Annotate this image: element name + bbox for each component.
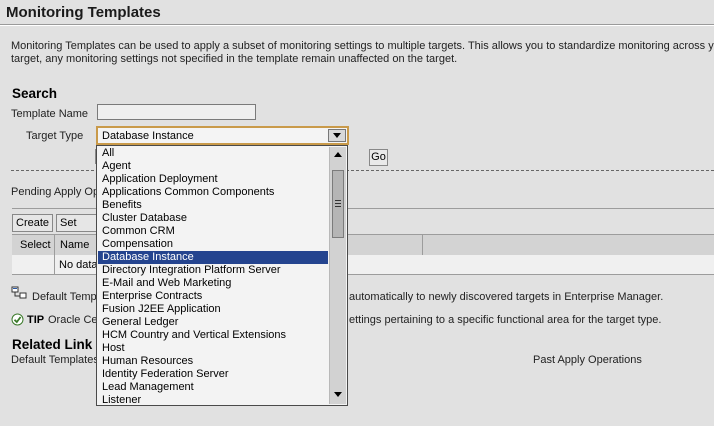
- default-templates-note-left: Default Templ: [32, 291, 100, 303]
- arrow-up-icon: [334, 152, 342, 157]
- tip-label: TIP: [27, 314, 45, 326]
- scroll-up-button[interactable]: [331, 148, 346, 162]
- template-name-label: Template Name: [11, 108, 89, 120]
- column-header-name[interactable]: Name: [60, 239, 89, 251]
- template-name-input[interactable]: [97, 104, 256, 120]
- column-separator: [54, 235, 55, 255]
- target-type-select[interactable]: Database Instance: [96, 126, 349, 145]
- dropdown-toggle-button[interactable]: [328, 129, 346, 142]
- page-title: Monitoring Templates: [6, 4, 161, 21]
- set-default-button[interactable]: Set Defa: [56, 214, 100, 232]
- dropdown-option[interactable]: Host: [98, 342, 328, 355]
- dropdown-option[interactable]: Agent: [98, 160, 328, 173]
- dropdown-scrollbar[interactable]: [329, 147, 346, 404]
- tip-note-right: ettings pertaining to a specific functio…: [349, 314, 662, 326]
- dropdown-option[interactable]: Human Resources: [98, 355, 328, 368]
- default-templates-link[interactable]: Default Templates: [11, 354, 99, 366]
- related-links-heading: Related Link: [12, 337, 93, 352]
- target-type-dropdown-list[interactable]: All Agent Application Deployment Applicatio…: [96, 145, 348, 406]
- dropdown-option[interactable]: General Ledger: [98, 316, 328, 329]
- grip-icon: [335, 206, 341, 207]
- dropdown-option[interactable]: Enterprise Contracts: [98, 290, 328, 303]
- checkmark-icon: [11, 313, 24, 326]
- grip-icon: [335, 200, 341, 201]
- dropdown-option[interactable]: Applications Common Components: [98, 186, 328, 199]
- dropdown-option[interactable]: Listener: [98, 394, 328, 405]
- dropdown-option[interactable]: All: [98, 147, 328, 160]
- column-header-select: Select: [20, 239, 51, 251]
- tip-note-left: Oracle Cer: [48, 314, 102, 326]
- go-button[interactable]: Go: [369, 149, 388, 166]
- dropdown-option[interactable]: E-Mail and Web Marketing: [98, 277, 328, 290]
- dropdown-option[interactable]: Benefits: [98, 199, 328, 212]
- dropdown-option[interactable]: Compensation: [98, 238, 328, 251]
- pending-apply-operations-label: Pending Apply Op: [11, 186, 100, 198]
- create-button[interactable]: Create: [12, 214, 54, 232]
- target-type-selected-value: Database Instance: [102, 130, 194, 142]
- title-divider: [0, 24, 714, 26]
- page-description-line-2: target, any monitoring settings not spec…: [11, 53, 458, 65]
- page-description-line-1: Monitoring Templates can be used to appl…: [11, 40, 714, 52]
- dropdown-option[interactable]: Directory Integration Platform Server: [98, 264, 328, 277]
- template-icon: [11, 286, 27, 299]
- chevron-down-icon: [333, 133, 341, 138]
- scroll-down-button[interactable]: [331, 388, 346, 402]
- dropdown-option[interactable]: Cluster Database: [98, 212, 328, 225]
- dropdown-option[interactable]: HCM Country and Vertical Extensions: [98, 329, 328, 342]
- dropdown-option-selected[interactable]: Database Instance: [98, 251, 328, 264]
- dropdown-option[interactable]: Application Deployment: [98, 173, 328, 186]
- arrow-down-icon: [334, 392, 342, 397]
- dropdown-option[interactable]: Common CRM: [98, 225, 328, 238]
- past-apply-operations-link[interactable]: Past Apply Operations: [533, 354, 642, 366]
- column-separator: [54, 255, 55, 274]
- column-separator: [422, 235, 423, 255]
- dropdown-option[interactable]: Identity Federation Server: [98, 368, 328, 381]
- scrollbar-thumb[interactable]: [332, 170, 344, 238]
- target-type-label: Target Type: [26, 130, 84, 142]
- grip-icon: [335, 203, 341, 204]
- empty-table-message: No data: [59, 259, 98, 271]
- search-heading: Search: [12, 86, 58, 101]
- dropdown-option[interactable]: Fusion J2EE Application: [98, 303, 328, 316]
- dropdown-option[interactable]: Lead Management: [98, 381, 328, 394]
- default-templates-note-right: automatically to newly discovered target…: [349, 291, 664, 303]
